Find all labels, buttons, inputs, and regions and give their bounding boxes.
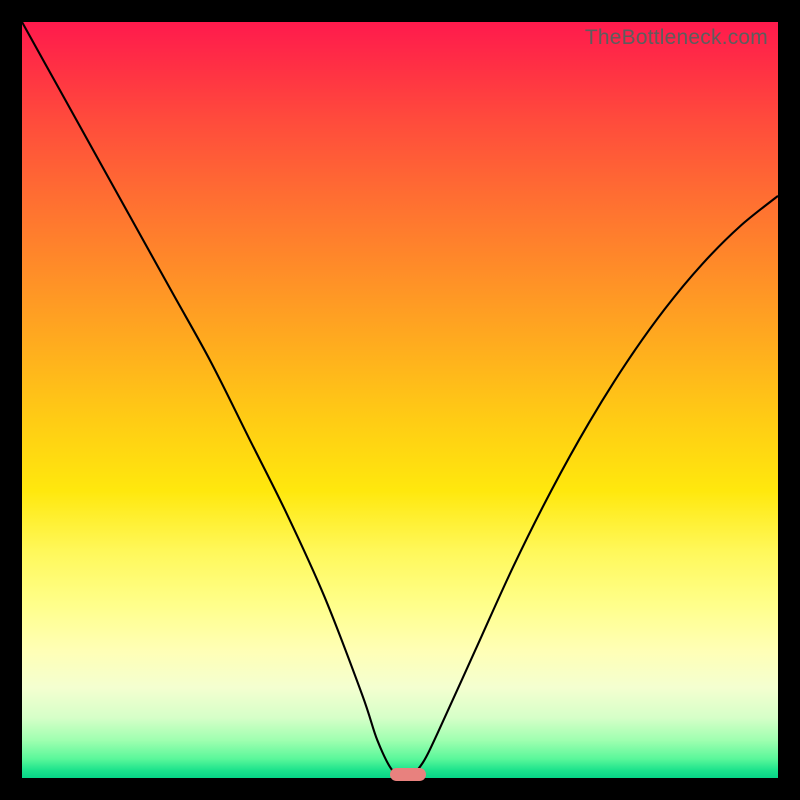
plot-area: TheBottleneck.com <box>22 22 778 778</box>
curve-path <box>22 22 778 778</box>
outer-frame: TheBottleneck.com <box>0 0 800 800</box>
bottleneck-curve <box>22 22 778 778</box>
minimum-marker <box>390 768 426 781</box>
